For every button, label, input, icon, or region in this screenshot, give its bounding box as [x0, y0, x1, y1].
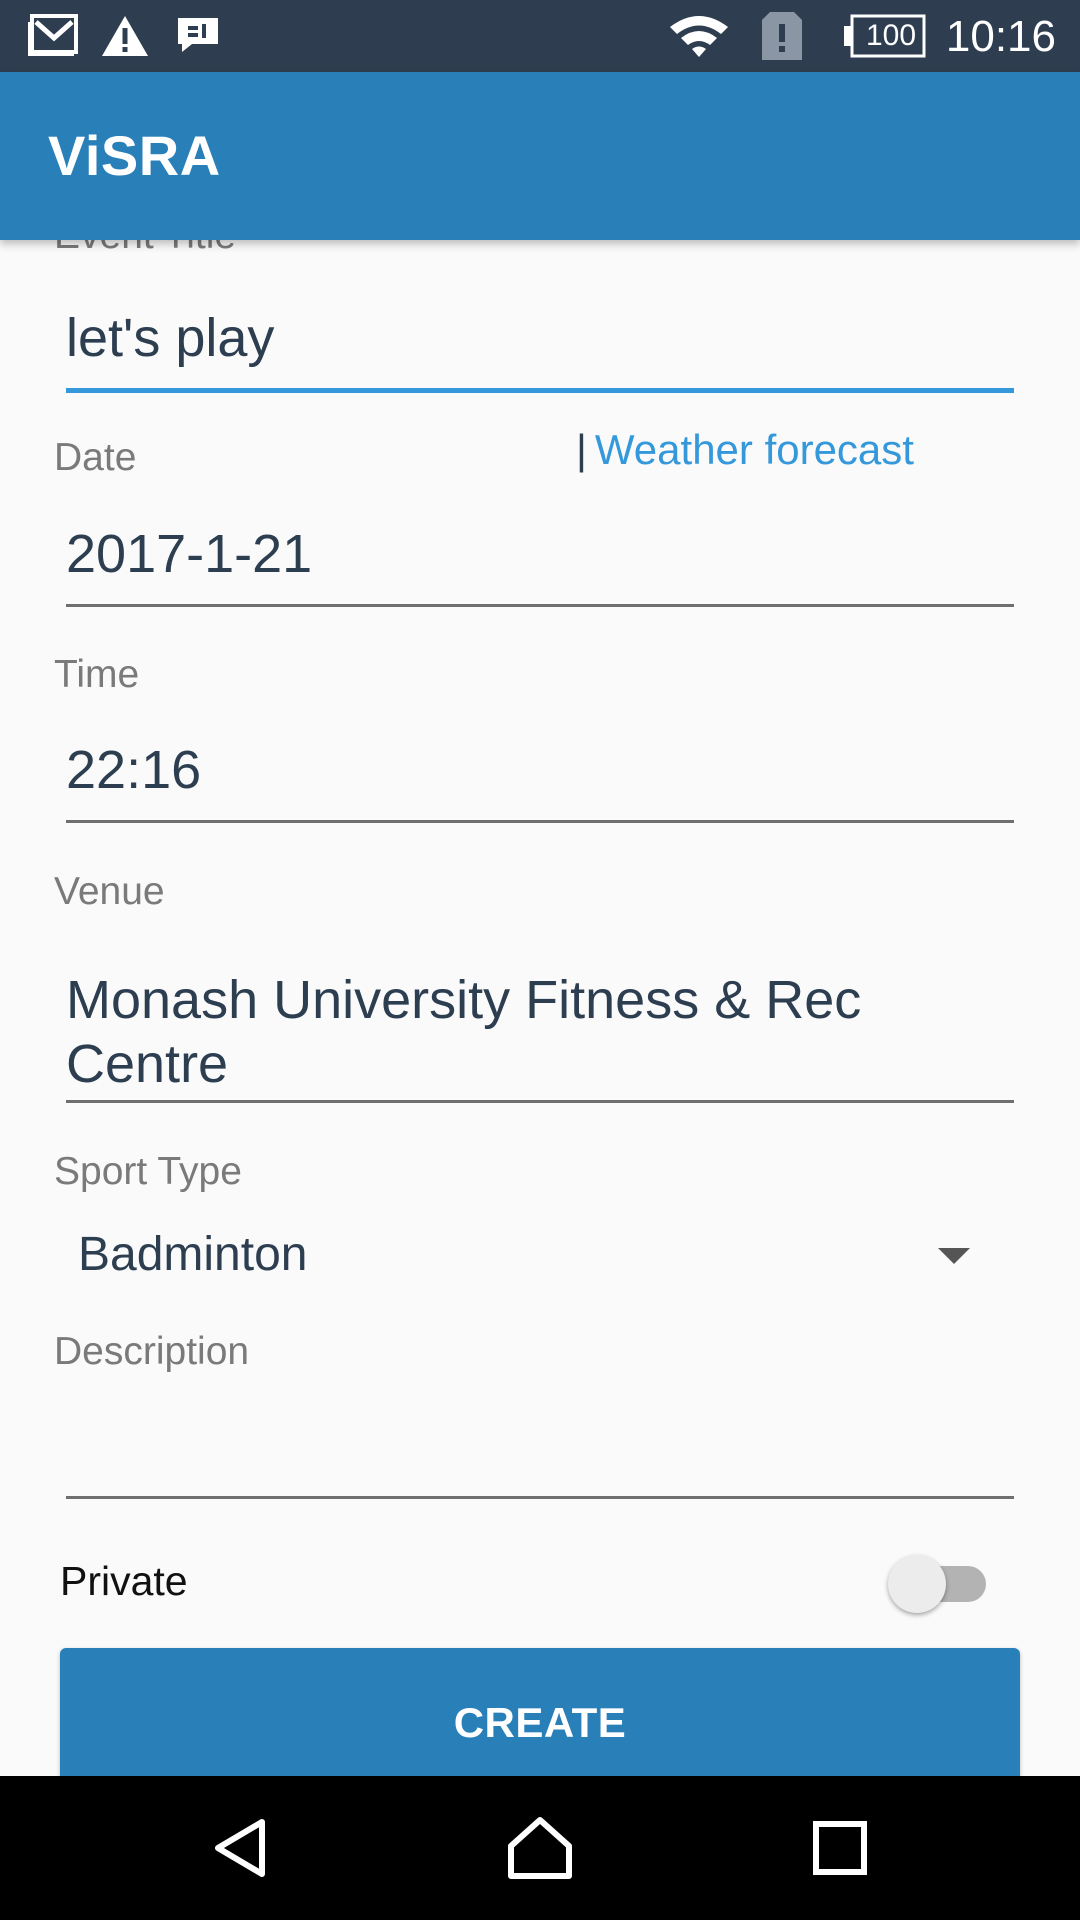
recents-icon[interactable] [780, 1776, 900, 1920]
sport-type-value: Badminton [78, 1228, 308, 1281]
event-title-label: Event Title [54, 240, 236, 258]
status-bar: 100 10:16 [0, 0, 1080, 72]
time-underline [66, 820, 1014, 823]
sport-type-dropdown[interactable]: Badminton [54, 1210, 984, 1300]
description-label: Description [54, 1330, 250, 1373]
description-input[interactable] [66, 1400, 1014, 1470]
chevron-down-icon [938, 1248, 970, 1264]
time-label: Time [54, 653, 140, 696]
gmail-icon [26, 0, 80, 72]
date-label: Date [54, 436, 137, 479]
weather-forecast-link[interactable]: | Weather forecast [576, 426, 914, 474]
venue-underline [66, 1100, 1014, 1103]
event-form: Event Title let's play Date |Weather for… [0, 240, 1080, 1776]
event-title-underline [66, 388, 1014, 393]
time-input[interactable]: 22:16 [66, 738, 201, 802]
app-title: ViSRA [48, 124, 221, 187]
weather-forecast-label: Weather forecast [594, 426, 914, 473]
venue-input[interactable]: Monash University Fitness & Rec Centre [66, 968, 861, 1096]
venue-line-2: Centre [66, 1034, 229, 1094]
venue-label: Venue [54, 870, 165, 913]
create-button[interactable]: CREATE [60, 1648, 1020, 1776]
home-icon[interactable] [480, 1776, 600, 1920]
clock: 10:16 [945, 12, 1056, 61]
description-underline [66, 1496, 1014, 1499]
sim-alert-icon [760, 0, 804, 72]
date-underline [66, 604, 1014, 607]
wifi-icon [668, 0, 730, 72]
weather-separator: | [576, 426, 587, 473]
private-label: Private [60, 1558, 188, 1604]
date-input[interactable]: 2017-1-21 [66, 522, 312, 586]
back-icon[interactable] [180, 1776, 300, 1920]
toggle-thumb [888, 1555, 946, 1613]
warning-icon [100, 0, 150, 72]
app-bar: ViSRA [0, 72, 1080, 240]
battery-level: 100 [866, 19, 917, 52]
navigation-bar [0, 1776, 1080, 1920]
sport-type-label: Sport Type [54, 1150, 242, 1193]
event-title-input[interactable]: let's play [66, 306, 274, 370]
message-icon [174, 0, 222, 72]
venue-line-1: Monash University Fitness & Rec [66, 970, 862, 1030]
